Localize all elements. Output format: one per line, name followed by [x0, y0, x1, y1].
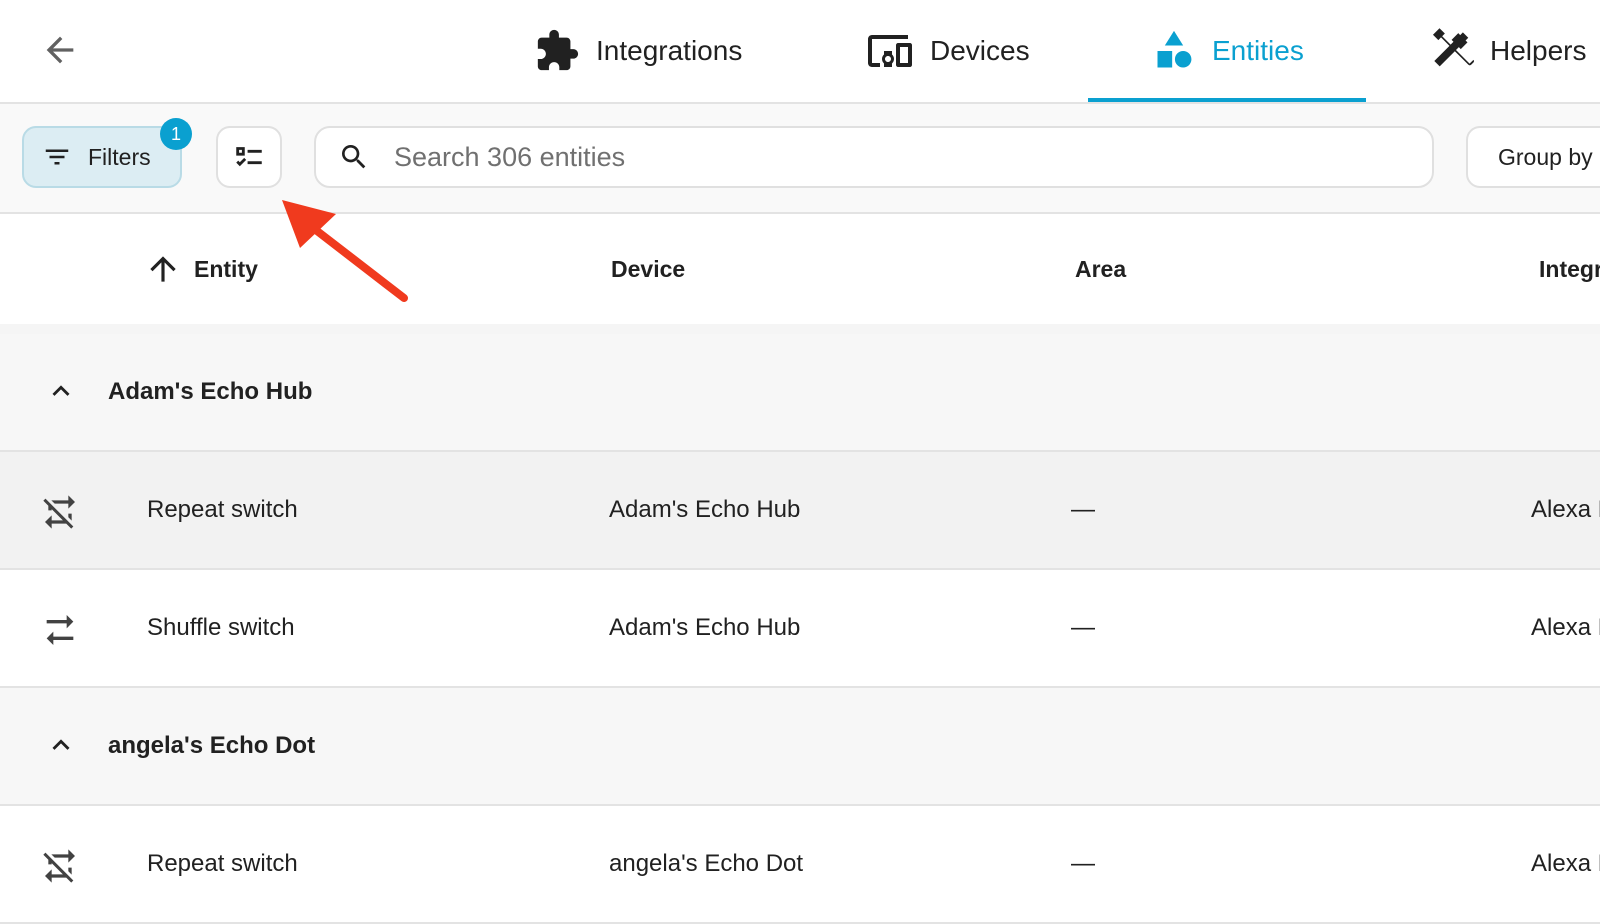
- group-name: Adam's Echo Hub: [108, 378, 313, 405]
- cell-device: Adam's Echo Hub: [609, 496, 801, 523]
- search-field[interactable]: [314, 126, 1434, 188]
- cell-entity: Shuffle switch: [147, 614, 295, 641]
- table-row[interactable]: Repeat switch Adam's Echo Hub — Alexa Me…: [0, 452, 1600, 570]
- column-header-integration-label: Integration: [1539, 255, 1600, 282]
- table-header: Entity Device Area Integration: [0, 214, 1600, 326]
- tab-entities[interactable]: Entities: [1152, 0, 1304, 102]
- tab-devices[interactable]: Devices: [866, 0, 1030, 102]
- selection-mode-button[interactable]: [216, 126, 282, 188]
- cell-entity: Repeat switch: [147, 850, 298, 877]
- cell-device: Adam's Echo Hub: [609, 614, 801, 641]
- repeat-off-icon: [40, 846, 80, 886]
- sort-ascending-icon: [150, 256, 176, 282]
- arrow-left-icon: [46, 36, 74, 64]
- cell-area: —: [1071, 614, 1095, 641]
- group-by-button[interactable]: Group by: [1466, 126, 1600, 188]
- cell-entity: Repeat switch: [147, 496, 298, 523]
- cell-area: —: [1071, 496, 1095, 523]
- search-input[interactable]: [392, 140, 1356, 174]
- tab-integrations-label: Integrations: [596, 35, 743, 66]
- cell-area: —: [1071, 850, 1095, 877]
- tab-entities-label: Entities: [1212, 35, 1304, 66]
- column-header-integration[interactable]: Integration: [1539, 214, 1600, 324]
- cell-device: angela's Echo Dot: [609, 850, 804, 877]
- group-by-label: Group by: [1498, 143, 1593, 170]
- chevron-up-icon: [52, 739, 70, 750]
- column-header-device[interactable]: Device: [611, 214, 685, 324]
- group-header-row: angela's Echo Dot: [0, 688, 1600, 806]
- filters-count-badge: 1: [160, 118, 192, 150]
- shapes-icon: [1152, 29, 1196, 73]
- cell-integration: Alexa Media Player: [1531, 614, 1600, 641]
- active-tab-indicator: [1088, 98, 1366, 102]
- tab-helpers-label: Helpers: [1490, 35, 1587, 66]
- column-header-area[interactable]: Area: [1075, 214, 1126, 324]
- top-nav-bar: Integrations Devices Entities Helpers: [0, 0, 1600, 104]
- collapse-group-button[interactable]: [44, 374, 78, 408]
- tools-icon: [1428, 28, 1474, 74]
- column-header-device-label: Device: [611, 255, 686, 282]
- group-name: angela's Echo Dot: [108, 732, 316, 759]
- puzzle-icon: [534, 28, 580, 74]
- column-header-entity-label: Entity: [194, 255, 258, 282]
- filter-icon: [42, 142, 72, 172]
- tab-helpers[interactable]: Helpers: [1428, 0, 1586, 102]
- column-header-area-label: Area: [1075, 255, 1127, 282]
- filters-label: Filters: [88, 143, 151, 170]
- table-row[interactable]: Repeat switch angela's Echo Dot — Alexa …: [0, 806, 1600, 924]
- cell-integration: Alexa Media Player: [1531, 496, 1600, 523]
- toolbar: Filters 1 Group by: [0, 104, 1600, 214]
- column-header-entity[interactable]: Entity: [144, 214, 258, 324]
- back-button[interactable]: [38, 28, 82, 72]
- filters-button[interactable]: Filters: [22, 126, 182, 188]
- chevron-up-icon: [52, 385, 70, 396]
- group-header-row: Adam's Echo Hub: [0, 334, 1600, 452]
- shuffle-disabled-icon: [40, 610, 80, 650]
- tab-devices-label: Devices: [930, 35, 1030, 66]
- tab-integrations[interactable]: Integrations: [534, 0, 742, 102]
- cell-integration: Alexa Media Player: [1531, 850, 1600, 877]
- devices-icon: [866, 27, 914, 75]
- checklist-icon: [236, 147, 262, 167]
- repeat-off-icon: [40, 492, 80, 532]
- search-icon: [338, 141, 370, 173]
- collapse-group-button[interactable]: [44, 728, 78, 762]
- table-row[interactable]: Shuffle switch Adam's Echo Hub — Alexa M…: [0, 570, 1600, 688]
